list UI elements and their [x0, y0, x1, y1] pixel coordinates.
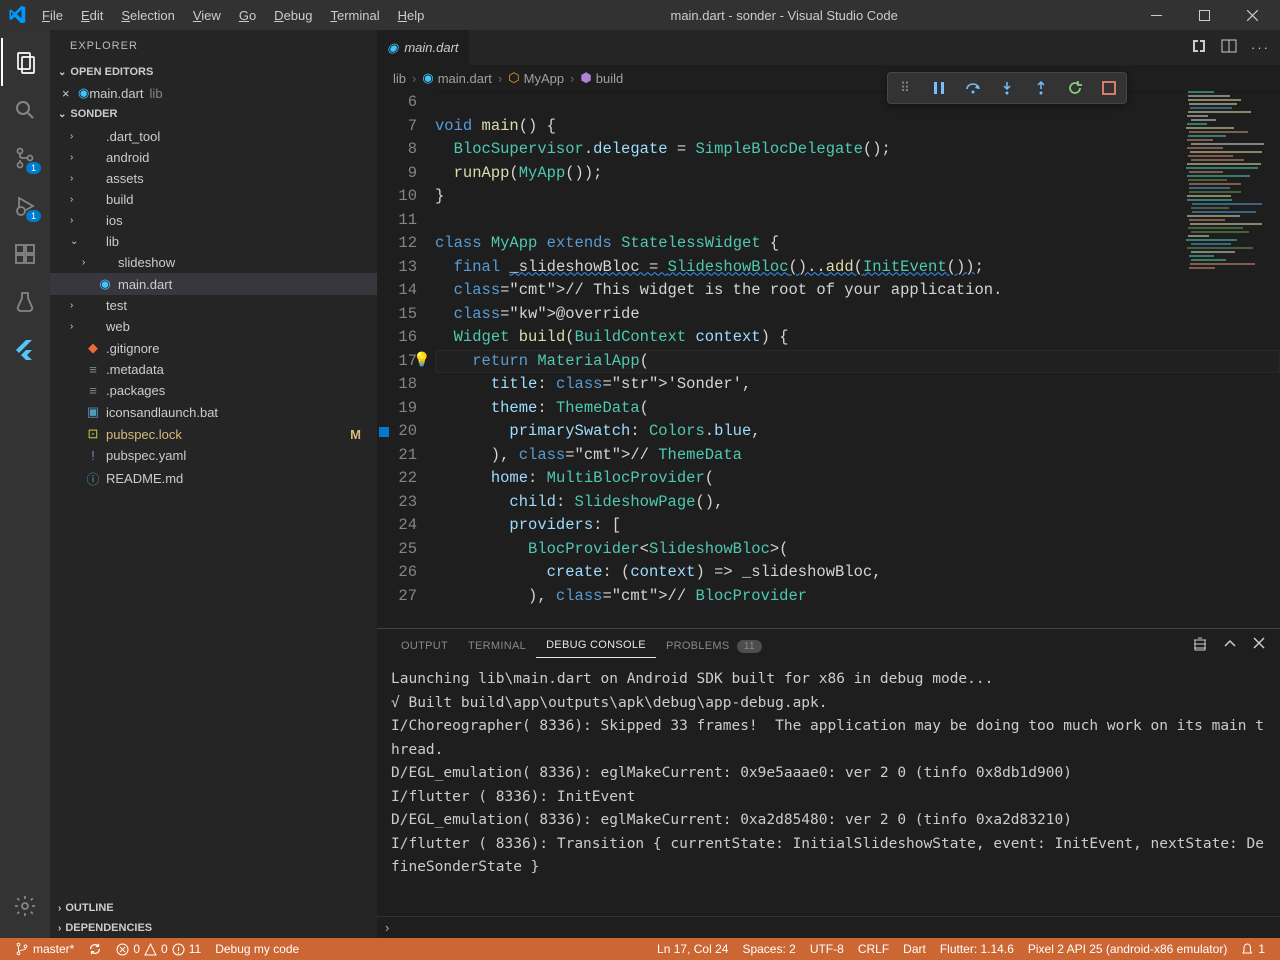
- tree-item[interactable]: ⌄lib: [50, 231, 377, 252]
- language-status[interactable]: Dart: [896, 942, 933, 956]
- tree-item[interactable]: ⊡pubspec.lockM: [50, 423, 377, 445]
- notifications-status[interactable]: 1: [1234, 942, 1272, 956]
- extensions-activity-icon[interactable]: [1, 230, 49, 278]
- tree-item[interactable]: ›slideshow: [50, 252, 377, 273]
- sidebar-title: EXPLORER: [50, 30, 377, 62]
- chevron-down-icon: ⌄: [58, 109, 66, 120]
- step-into-icon[interactable]: [996, 77, 1018, 99]
- menu-file[interactable]: File: [34, 4, 71, 27]
- menu-terminal[interactable]: Terminal: [322, 4, 387, 27]
- vscode-logo-icon: [8, 5, 26, 26]
- editor-tab[interactable]: ◉ main.dart: [377, 30, 470, 65]
- statusbar: master* 0 0 11 Debug my code Ln 17, Col …: [0, 938, 1280, 960]
- chevron-down-icon: ⌄: [58, 67, 66, 78]
- problems-status[interactable]: 0 0 11: [109, 942, 208, 956]
- tree-item[interactable]: ≡.metadata: [50, 359, 377, 380]
- compare-icon[interactable]: [1191, 38, 1207, 57]
- editor-tabs: ◉ main.dart ···: [377, 30, 1280, 65]
- clear-console-icon[interactable]: [1192, 636, 1208, 655]
- flutter-activity-icon[interactable]: [1, 326, 49, 374]
- encoding-status[interactable]: UTF-8: [803, 942, 851, 956]
- panel: OUTPUT TERMINAL DEBUG CONSOLE PROBLEMS 1…: [377, 628, 1280, 938]
- more-icon[interactable]: ···: [1251, 40, 1270, 55]
- debug-console-output[interactable]: Launching lib\main.dart on Android SDK b…: [377, 662, 1280, 916]
- panel-tab-problems[interactable]: PROBLEMS 11: [656, 634, 772, 658]
- chevron-right-icon: ›: [58, 923, 61, 934]
- close-panel-icon[interactable]: [1252, 636, 1266, 655]
- open-editor-item[interactable]: × ◉ main.dart lib: [50, 82, 377, 104]
- device-status[interactable]: Pixel 2 API 25 (android-x86 emulator): [1021, 942, 1234, 956]
- project-section[interactable]: ⌄ SONDER: [50, 104, 377, 124]
- menu-edit[interactable]: Edit: [73, 4, 111, 27]
- code-editor[interactable]: 6789101112131415161718192021222324252627…: [377, 91, 1280, 628]
- collapse-panel-icon[interactable]: [1222, 636, 1238, 655]
- dependencies-section[interactable]: › DEPENDENCIES: [50, 918, 377, 938]
- test-activity-icon[interactable]: [1, 278, 49, 326]
- tree-item[interactable]: ›assets: [50, 168, 377, 189]
- outline-section[interactable]: › OUTLINE: [50, 898, 377, 918]
- breadcrumb[interactable]: lib › ◉main.dart › ⬡MyApp › ⬢build: [377, 65, 1280, 91]
- activity-bar: 1 1: [0, 30, 50, 938]
- tree-item[interactable]: ›.dart_tool: [50, 126, 377, 147]
- split-editor-icon[interactable]: [1221, 38, 1237, 57]
- sidebar: EXPLORER ⌄ OPEN EDITORS × ◉ main.dart li…: [50, 30, 377, 938]
- file-tree: ›.dart_tool›android›assets›build›ios⌄lib…: [50, 124, 377, 493]
- pause-icon[interactable]: [928, 77, 950, 99]
- tree-item[interactable]: ▣iconsandlaunch.bat: [50, 401, 377, 423]
- indentation-status[interactable]: Spaces: 2: [735, 942, 802, 956]
- close-button[interactable]: [1232, 0, 1272, 30]
- eol-status[interactable]: CRLF: [851, 942, 896, 956]
- close-icon[interactable]: ×: [62, 86, 78, 101]
- source-control-activity-icon[interactable]: 1: [1, 134, 49, 182]
- tree-item[interactable]: ›web: [50, 316, 377, 337]
- panel-input-chevron[interactable]: ›: [377, 916, 1280, 938]
- menu-debug[interactable]: Debug: [266, 4, 320, 27]
- tree-item[interactable]: ›test: [50, 295, 377, 316]
- menu-selection[interactable]: Selection: [113, 4, 182, 27]
- cursor-position-status[interactable]: Ln 17, Col 24: [650, 942, 735, 956]
- sync-status[interactable]: [81, 942, 109, 956]
- editor-area: ◉ main.dart ··· ⠿ lib › ◉main.dart › ⬡My: [377, 30, 1280, 938]
- tree-item[interactable]: ◉main.dart: [50, 273, 377, 295]
- menu-view[interactable]: View: [185, 4, 229, 27]
- stop-icon[interactable]: [1098, 77, 1120, 99]
- open-editors-section[interactable]: ⌄ OPEN EDITORS: [50, 62, 377, 82]
- tree-item[interactable]: ›android: [50, 147, 377, 168]
- tree-item[interactable]: ›ios: [50, 210, 377, 231]
- minimize-button[interactable]: [1136, 0, 1176, 30]
- debug-badge: 1: [26, 210, 41, 222]
- step-over-icon[interactable]: [962, 77, 984, 99]
- menu-help[interactable]: Help: [390, 4, 433, 27]
- titlebar: FileEditSelectionViewGoDebugTerminalHelp…: [0, 0, 1280, 30]
- menubar: FileEditSelectionViewGoDebugTerminalHelp: [34, 4, 432, 27]
- drag-handle-icon[interactable]: ⠿: [894, 77, 916, 99]
- dart-file-icon: ◉: [78, 85, 89, 101]
- panel-tab-debug-console[interactable]: DEBUG CONSOLE: [536, 633, 656, 658]
- tree-item[interactable]: ⓘREADME.md: [50, 466, 377, 491]
- maximize-button[interactable]: [1184, 0, 1224, 30]
- panel-tab-output[interactable]: OUTPUT: [391, 634, 458, 658]
- tree-item[interactable]: !pubspec.yaml: [50, 445, 377, 466]
- menu-go[interactable]: Go: [231, 4, 264, 27]
- debug-toolbar[interactable]: ⠿: [887, 72, 1127, 104]
- window-title: main.dart - sonder - Visual Studio Code: [432, 8, 1136, 23]
- search-activity-icon[interactable]: [1, 86, 49, 134]
- tree-item[interactable]: ◆.gitignore: [50, 337, 377, 359]
- settings-activity-icon[interactable]: [1, 882, 49, 930]
- dart-file-icon: ◉: [387, 40, 398, 56]
- debug-activity-icon[interactable]: 1: [1, 182, 49, 230]
- tree-item[interactable]: ›build: [50, 189, 377, 210]
- flutter-status[interactable]: Flutter: 1.14.6: [933, 942, 1021, 956]
- explorer-activity-icon[interactable]: [1, 38, 49, 86]
- tree-item[interactable]: ≡.packages: [50, 380, 377, 401]
- git-branch-status[interactable]: master*: [8, 942, 81, 956]
- chevron-right-icon: ›: [58, 903, 61, 914]
- panel-tab-terminal[interactable]: TERMINAL: [458, 634, 536, 658]
- debug-config-status[interactable]: Debug my code: [208, 942, 306, 956]
- scm-badge: 1: [26, 162, 41, 174]
- restart-icon[interactable]: [1064, 77, 1086, 99]
- step-out-icon[interactable]: [1030, 77, 1052, 99]
